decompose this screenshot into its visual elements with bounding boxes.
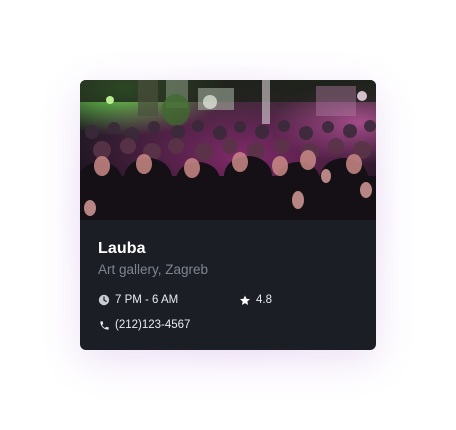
page-background: Lauba Art gallery, Zagreb 7 PM - 6 AM 4.… <box>0 0 456 430</box>
phone-icon <box>98 319 110 331</box>
phone-text[interactable]: (212)123-4567 <box>115 319 190 331</box>
venue-name: Lauba <box>98 240 146 257</box>
rating-text: 4.8 <box>256 294 272 306</box>
venue-info: Lauba Art gallery, Zagreb 7 PM - 6 AM 4.… <box>80 220 376 350</box>
venue-card[interactable]: Lauba Art gallery, Zagreb 7 PM - 6 AM 4.… <box>80 80 376 350</box>
star-icon <box>239 294 251 306</box>
hours-text: 7 PM - 6 AM <box>115 294 179 306</box>
clock-icon <box>98 294 110 306</box>
venue-subtitle: Art gallery, Zagreb <box>98 262 209 277</box>
venue-photo <box>80 80 376 220</box>
phone-row[interactable]: (212)123-4567 <box>98 319 190 331</box>
hours-row: 7 PM - 6 AM <box>98 294 178 306</box>
rating-row: 4.8 <box>239 294 272 306</box>
